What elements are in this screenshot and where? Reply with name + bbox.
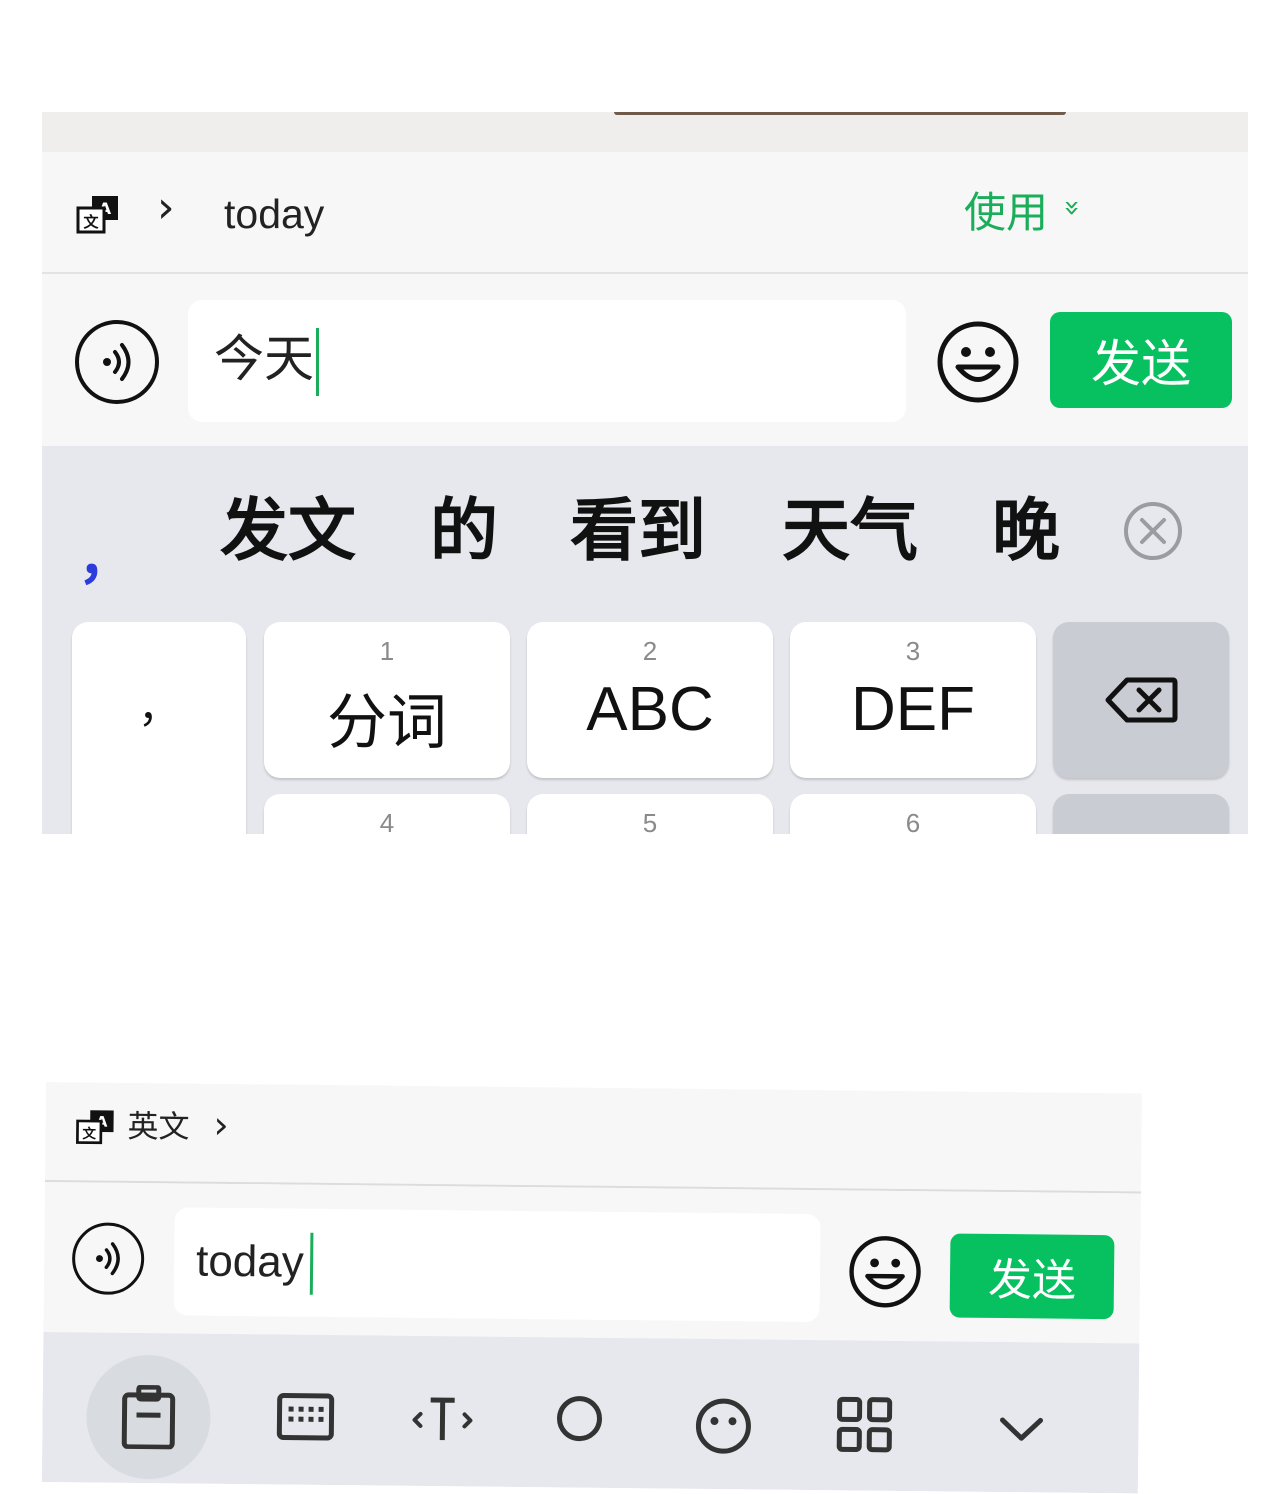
send-button[interactable]: 发送 bbox=[949, 1233, 1115, 1320]
voice-input-button[interactable] bbox=[71, 1222, 145, 1296]
translation-result: today bbox=[224, 191, 325, 237]
key-5[interactable]: 5 bbox=[527, 794, 773, 834]
keyboard-toolbar bbox=[41, 1331, 1140, 1494]
text-cursor-icon[interactable] bbox=[412, 1396, 473, 1441]
text-caret bbox=[316, 328, 319, 396]
translation-input-screen-top: A 文 › today 使用 » 今天 发送 ， bbox=[42, 112, 1248, 834]
search-icon[interactable] bbox=[554, 1393, 605, 1444]
clipboard-icon bbox=[121, 1384, 176, 1450]
emoji-icon[interactable] bbox=[936, 320, 1020, 404]
candidate-bar: ， 发文 的 看到 天气 晚 bbox=[42, 446, 1248, 616]
svg-text:文: 文 bbox=[82, 1125, 96, 1142]
chevron-down-icon[interactable]: » bbox=[1057, 199, 1090, 216]
key-number: 4 bbox=[379, 808, 395, 834]
emoji-icon[interactable] bbox=[848, 1234, 923, 1309]
keyboard: ， 。 1 分词 2 ABC 3 DEF 4 5 6 bbox=[42, 616, 1248, 834]
chat-area-peek bbox=[42, 112, 1248, 152]
candidate-item[interactable]: 天气 bbox=[782, 498, 918, 566]
candidate-item[interactable]: 晚 bbox=[992, 498, 1060, 566]
emoji-icon[interactable] bbox=[694, 1397, 753, 1456]
key-number: 3 bbox=[905, 636, 921, 666]
text-caret bbox=[309, 1232, 314, 1295]
target-language-label[interactable]: 英文 bbox=[127, 1109, 189, 1146]
translation-input-screen-bottom: A 文 英文 › today 发送 bbox=[41, 1082, 1146, 1494]
input-area: today 发送 bbox=[43, 1181, 1141, 1344]
key-number: 6 bbox=[905, 808, 921, 834]
apps-icon[interactable] bbox=[836, 1396, 893, 1453]
key-6[interactable]: 6 bbox=[790, 794, 1036, 834]
candidate-item[interactable]: 看到 bbox=[570, 498, 706, 566]
backspace-icon bbox=[1105, 677, 1178, 723]
message-bubble-edge bbox=[614, 112, 1066, 115]
chevron-right-icon[interactable]: › bbox=[213, 1103, 229, 1147]
key-label: ABC bbox=[586, 675, 714, 744]
message-input-text: today bbox=[195, 1236, 305, 1287]
input-area: 今天 发送 bbox=[42, 274, 1248, 446]
message-input[interactable]: 今天 bbox=[188, 300, 906, 422]
candidate-item[interactable]: 的 bbox=[430, 498, 498, 566]
backspace-key[interactable] bbox=[1053, 622, 1229, 778]
svg-text:文: 文 bbox=[83, 213, 99, 231]
key-number: 1 bbox=[379, 636, 395, 666]
collapse-icon[interactable] bbox=[998, 1414, 1044, 1444]
language-bar: A 文 英文 › bbox=[44, 1082, 1142, 1194]
voice-icon bbox=[103, 343, 131, 381]
candidate-item[interactable]: 发文 bbox=[220, 498, 356, 566]
candidate-punct[interactable]: ， bbox=[78, 514, 134, 595]
comma-key[interactable]: ， bbox=[72, 674, 246, 735]
message-input-text: 今天 bbox=[214, 330, 314, 388]
key-4[interactable]: 4 bbox=[264, 794, 510, 834]
punctuation-key-column[interactable]: ， 。 bbox=[72, 622, 246, 834]
voice-icon bbox=[95, 1242, 120, 1276]
clipboard-button[interactable] bbox=[85, 1354, 212, 1480]
message-input[interactable]: today bbox=[173, 1207, 821, 1323]
chevron-right-icon: › bbox=[157, 182, 175, 233]
key-1[interactable]: 1 分词 bbox=[264, 622, 510, 778]
key-number: 2 bbox=[642, 636, 658, 666]
key-label: DEF bbox=[851, 675, 975, 744]
send-button[interactable]: 发送 bbox=[1050, 312, 1232, 408]
translate-icon[interactable]: A 文 bbox=[75, 1108, 115, 1145]
key-2[interactable]: 2 ABC bbox=[527, 622, 773, 778]
period-key[interactable]: 。 bbox=[72, 798, 246, 834]
keyboard-icon[interactable] bbox=[276, 1392, 335, 1441]
key-label: 分词 bbox=[327, 688, 447, 758]
translate-icon[interactable]: A 文 bbox=[76, 194, 120, 234]
key-number: 5 bbox=[642, 808, 658, 834]
side-function-key[interactable] bbox=[1053, 794, 1229, 834]
key-3[interactable]: 3 DEF bbox=[790, 622, 1036, 778]
voice-input-button[interactable] bbox=[75, 320, 159, 404]
close-candidates-icon[interactable] bbox=[1122, 500, 1184, 562]
use-translation-button[interactable]: 使用 bbox=[964, 189, 1048, 236]
translation-bar: A 文 › today 使用 » bbox=[42, 152, 1248, 274]
